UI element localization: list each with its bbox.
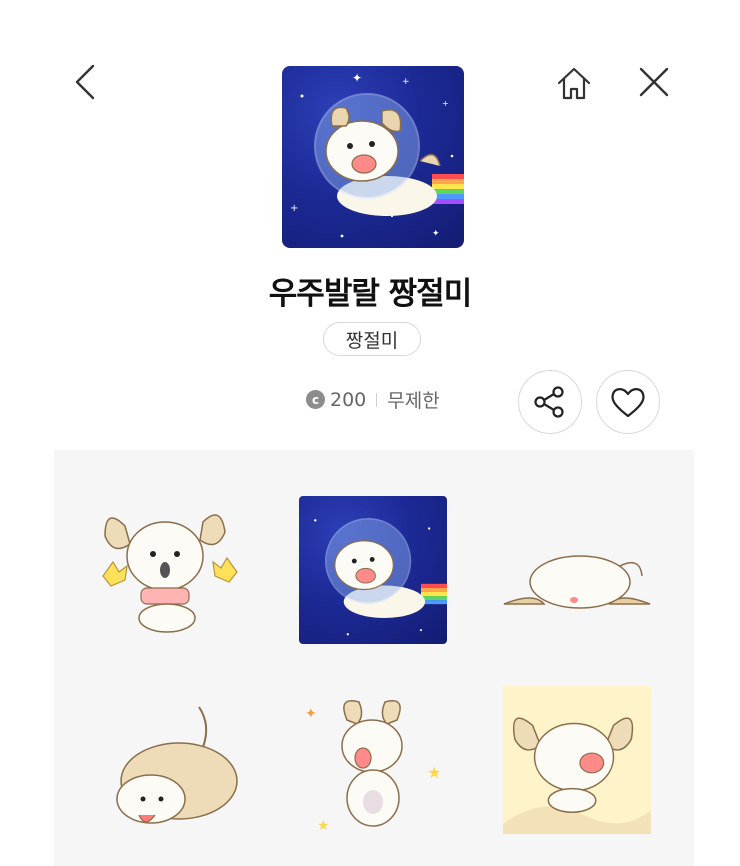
heart-icon [611,388,645,418]
chevron-left-icon [75,64,95,100]
close-icon [639,67,669,97]
svg-text:✦: ✦ [432,229,440,239]
sticker-2[interactable] [299,496,447,644]
usage-period: 무제한 [387,390,440,412]
svg-text:★: ★ [317,818,330,834]
sticker-3[interactable] [502,496,652,646]
sticker-pack-title: 우주발랄 짱절미 [268,276,472,312]
coin-icon: c [306,390,325,409]
svg-text:✦: ✦ [352,71,362,85]
share-icon [534,386,564,418]
price-value: 200 [330,388,367,411]
sticker-preview-grid: ✦ ★ ★ [54,450,694,866]
svg-text:★: ★ [427,763,441,782]
sticker-6[interactable] [503,686,651,834]
back-button[interactable] [64,60,108,104]
svg-text:+: + [290,203,298,214]
svg-text:✦: ✦ [305,706,317,722]
like-button[interactable] [596,370,660,434]
svg-text:+: + [402,77,410,87]
sticker-pack-thumbnail: ✦ + + + ✦ [282,66,464,248]
close-button[interactable] [632,60,676,104]
sticker-4[interactable] [99,695,249,845]
home-button[interactable] [552,62,596,106]
sticker-1[interactable] [95,496,245,646]
share-button[interactable] [518,370,582,434]
svg-text:+: + [442,99,449,108]
sticker-5[interactable]: ✦ ★ ★ [299,690,449,840]
price-info: c 200 무제한 [306,386,440,413]
author-chip[interactable]: 짱절미 [323,322,421,356]
divider [376,392,378,407]
home-icon [557,67,591,100]
